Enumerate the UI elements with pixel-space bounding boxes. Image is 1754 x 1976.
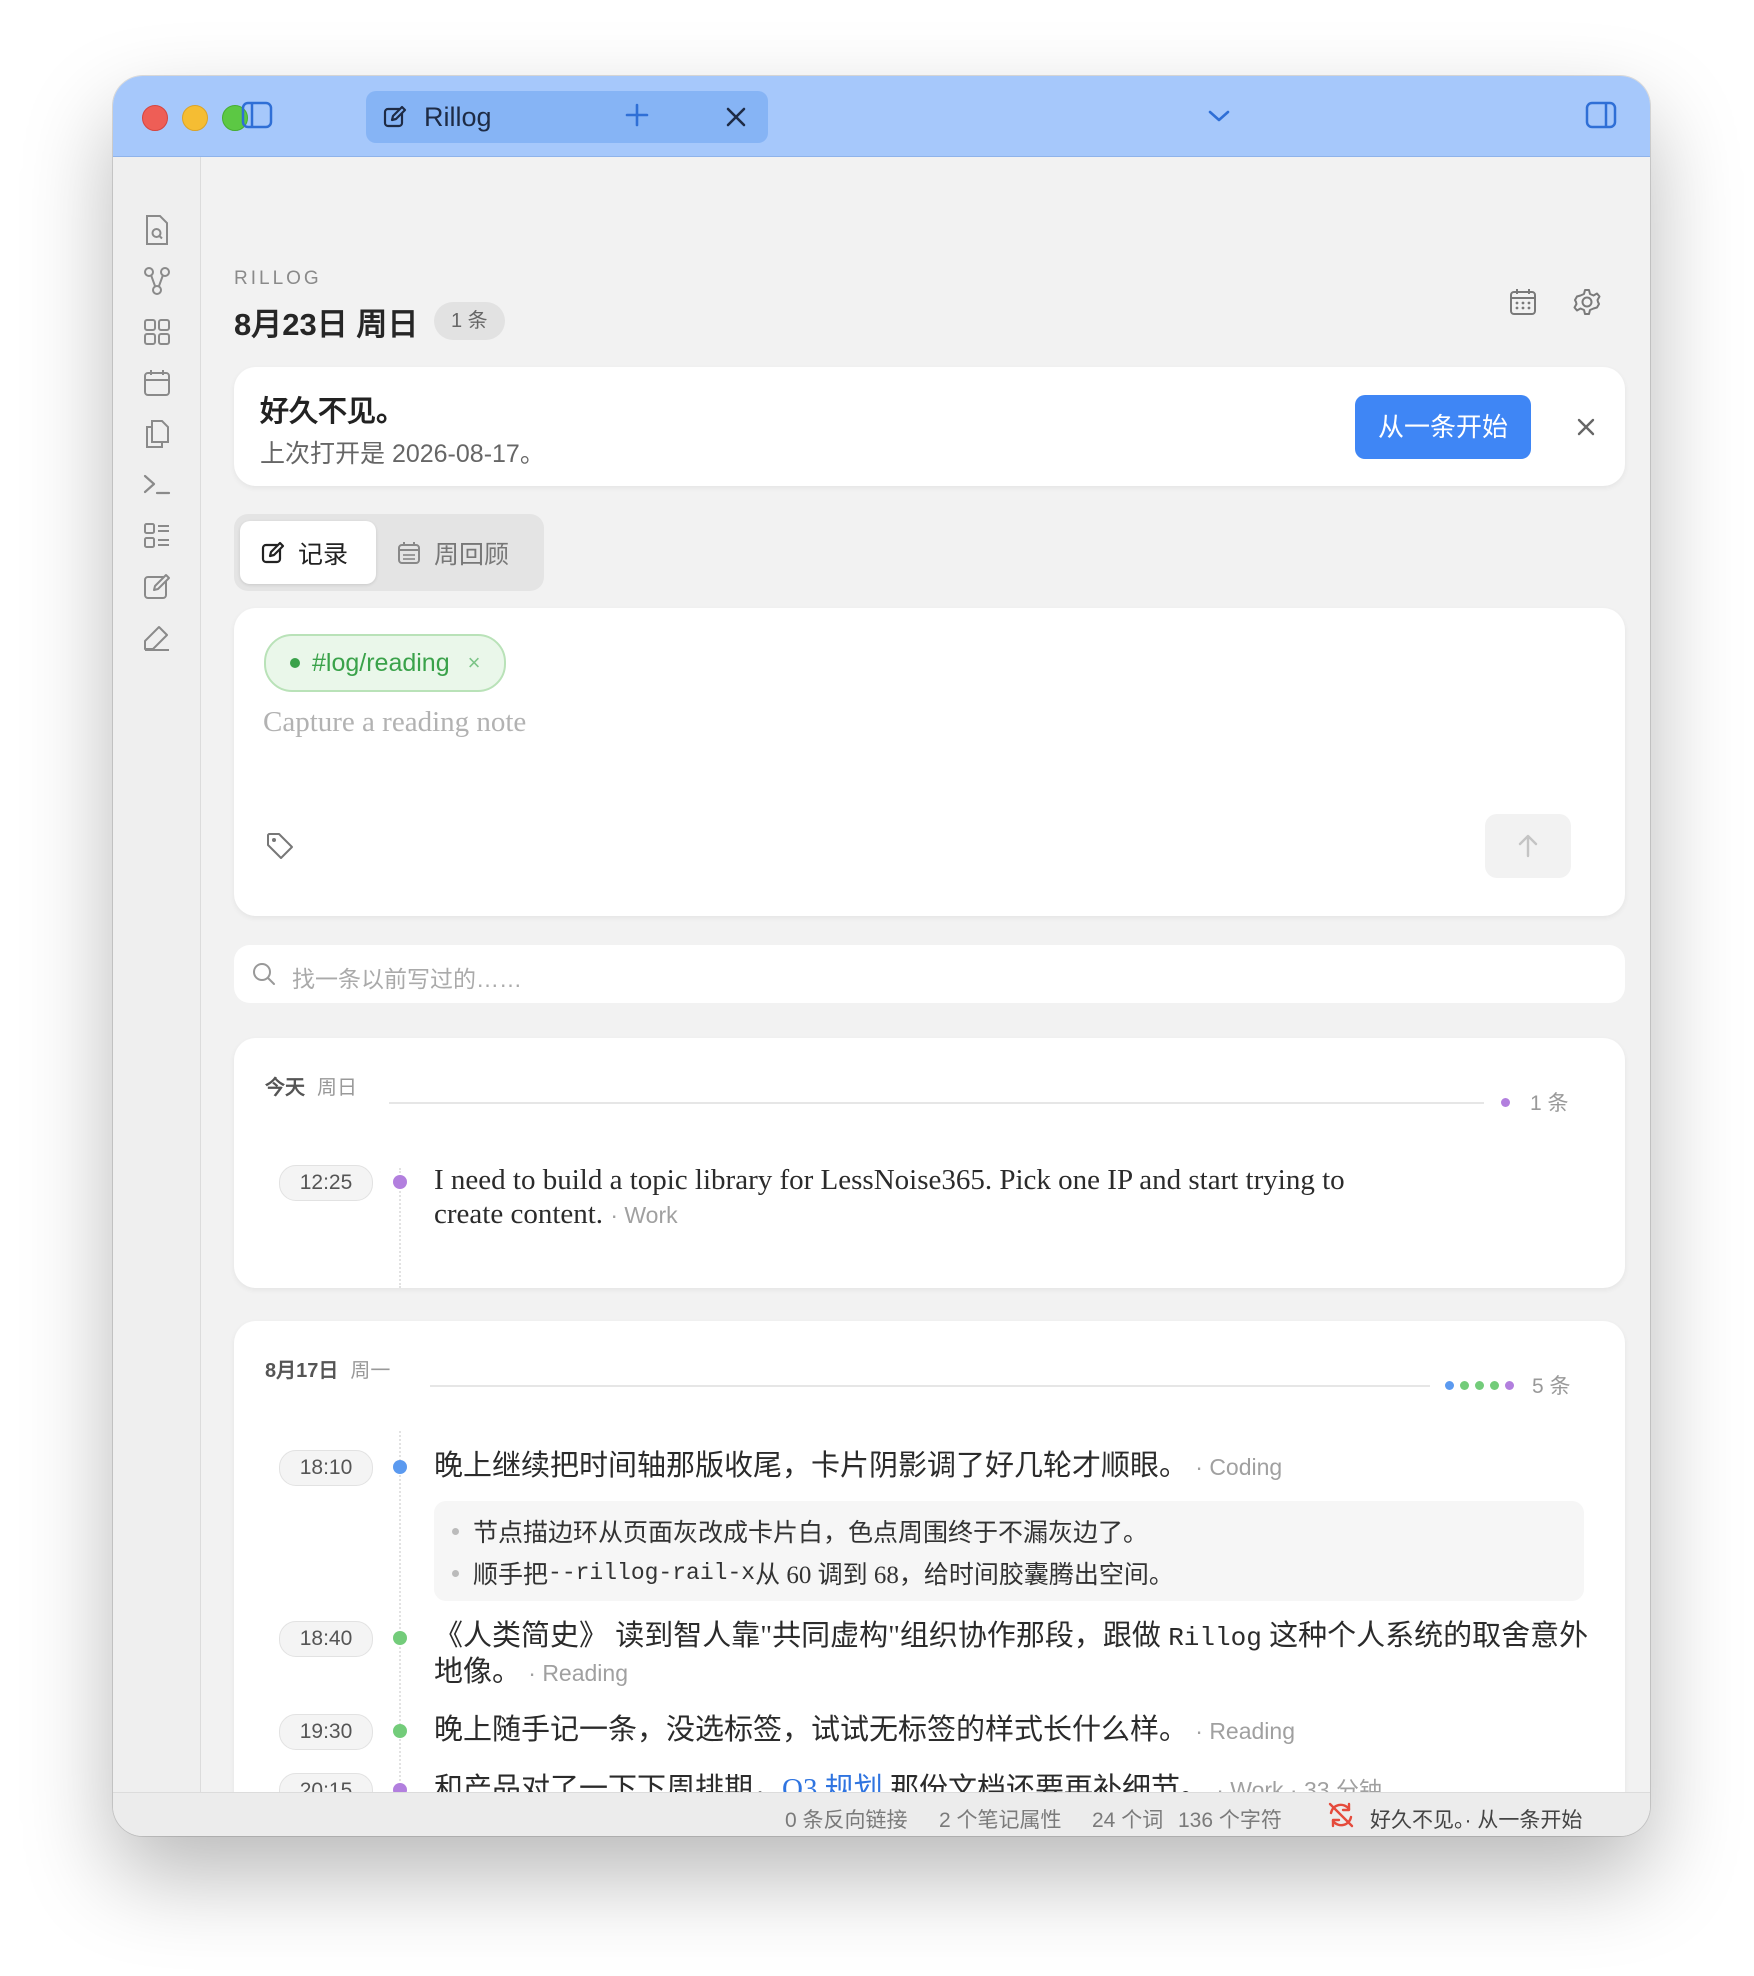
calendar-button-icon[interactable]	[1503, 282, 1543, 322]
search-icon	[251, 961, 277, 987]
group-divider	[430, 1385, 1430, 1387]
chevron-down-icon[interactable]	[1201, 98, 1237, 134]
tag-dot	[1445, 1380, 1454, 1390]
signature-icon[interactable]	[138, 619, 176, 657]
group-day-label: 今天 周日	[265, 1077, 357, 1099]
note-link[interactable]: Q3 规划	[782, 1773, 883, 1792]
toggle-right-sidebar-icon[interactable]	[1581, 95, 1621, 135]
properties-count[interactable]: 2 个笔记属性	[939, 1804, 1062, 1834]
tab-record-label: 记录	[298, 540, 349, 569]
entry-dot	[393, 1175, 407, 1189]
word-count: 24 个词	[1092, 1809, 1164, 1832]
entry-dot	[393, 1460, 407, 1474]
sync-error-icon[interactable]	[1326, 1801, 1356, 1835]
remove-tag-icon[interactable]: ×	[468, 650, 481, 676]
dashboard-icon[interactable]	[138, 313, 176, 351]
entry-text[interactable]: 《人类简史》 读到智人靠"共同虚构"组织协作那段，跟做 Rillog 这种个人系…	[434, 1619, 1614, 1690]
edit-note-icon[interactable]	[138, 568, 176, 606]
edit-icon	[260, 540, 286, 566]
arrow-up-icon	[1518, 834, 1538, 858]
day-group-aug17: 8月17日 周一 5 条 18:10 晚上继续把时间轴那版收尾，卡片阴影调了好几轮…	[234, 1321, 1625, 1792]
search-file-icon[interactable]	[138, 211, 176, 249]
tab-weekly-review[interactable]: 周回顾	[382, 521, 538, 584]
entry-text[interactable]: 晚上随手记一条，没选标签，试试无标签的样式长什么样。 · Reading	[434, 1713, 1614, 1748]
left-ribbon	[113, 157, 201, 1792]
terminal-icon[interactable]	[138, 466, 176, 504]
selected-tag-chip[interactable]: #log/reading ×	[264, 634, 507, 692]
settings-gear-icon[interactable]	[1567, 282, 1607, 322]
main-content: RILLOG 8月23日 周日 1 条 好久不见。 上次打开是 2026-08-…	[201, 157, 1650, 1792]
tag-dot	[1475, 1380, 1484, 1390]
tag-picker-icon[interactable]	[262, 828, 298, 864]
status-message[interactable]: 好久不见。· 从一条开始	[1370, 1804, 1582, 1834]
app-eyebrow: RILLOG	[234, 268, 322, 289]
new-tab-icon[interactable]	[619, 97, 655, 133]
tab-rillog[interactable]: Rillog	[366, 91, 768, 143]
day-group-today: 今天 周日 1 条 12:25 I need to build a topic l…	[234, 1038, 1625, 1288]
minimize-window-button[interactable]	[182, 105, 208, 131]
status-bar: 0 条反向链接 2 个笔记属性 24 个词 136 个字符 好久不见。· 从一条…	[113, 1792, 1650, 1836]
entry-time: 19:30	[279, 1714, 373, 1750]
tab-weekly-review-label: 周回顾	[434, 540, 510, 569]
note-input[interactable]: Capture a reading note	[263, 706, 526, 739]
dismiss-welcome-icon[interactable]	[1569, 410, 1603, 444]
welcome-subtitle: 上次打开是 2026-08-17。	[260, 440, 545, 468]
group-count: 1 条	[1501, 1087, 1569, 1117]
entry-count-badge: 1 条	[434, 302, 505, 340]
close-window-button[interactable]	[142, 105, 168, 131]
composer-card: #log/reading × Capture a reading note	[234, 608, 1625, 916]
toggle-left-sidebar-icon[interactable]	[237, 95, 277, 135]
backlinks-count[interactable]: 0 条反向链接	[785, 1804, 908, 1834]
group-count: 5 条	[1445, 1370, 1571, 1400]
search-bar[interactable]: 找一条以前写过的……	[234, 945, 1625, 1003]
subnote-item: 顺手把 --rillog-rail-x 从 60 调到 68，给时间胶囊腾出空间…	[452, 1555, 1174, 1591]
char-count: 136 个字符	[1178, 1809, 1282, 1832]
copy-files-icon[interactable]	[138, 415, 176, 453]
tag-dot	[1501, 1097, 1510, 1107]
close-tab-icon[interactable]	[721, 102, 751, 132]
tag-dot	[1490, 1380, 1499, 1390]
title-bar: Rillog	[113, 76, 1650, 157]
entry-dot	[393, 1724, 407, 1738]
submit-button[interactable]	[1485, 814, 1571, 878]
welcome-title: 好久不见。	[260, 396, 406, 428]
entry-time: 20:15	[279, 1773, 373, 1792]
group-divider	[389, 1102, 1484, 1104]
entry-time: 12:25	[279, 1165, 373, 1201]
tag-color-dot	[290, 658, 300, 668]
entry-time: 18:10	[279, 1450, 373, 1486]
group-day-label: 8月17日 周一	[265, 1360, 391, 1382]
entry-dot	[393, 1631, 407, 1645]
welcome-card: 好久不见。 上次打开是 2026-08-17。 从一条开始	[234, 367, 1625, 486]
entry-text[interactable]: 和产品对了一下下周排期，Q3 规划 那份文档还要再补细节。 · Work · 3…	[434, 1772, 1614, 1792]
tab-record[interactable]: 记录	[240, 521, 376, 584]
entry-time: 18:40	[279, 1621, 373, 1657]
entry-text[interactable]: 晚上继续把时间轴那版收尾，卡片阴影调了好几轮才顺眼。 · Coding	[434, 1449, 1614, 1484]
page-title: 8月23日 周日	[234, 307, 419, 342]
search-input[interactable]: 找一条以前写过的……	[292, 960, 522, 994]
calendar-icon[interactable]	[138, 364, 176, 402]
tag-chip-label: #log/reading	[312, 648, 450, 677]
calendar-icon	[396, 540, 422, 566]
view-switcher: 记录 周回顾	[234, 514, 544, 591]
subnote-item: 节点描边环从页面灰改成卡片白，色点周围终于不漏灰边了。	[452, 1513, 1148, 1549]
app-window: Rillog RILLOG 8月23日 周日 1 条 好久不见。 上次打开是 2…	[113, 76, 1650, 1836]
tag-dot	[1460, 1380, 1469, 1390]
entry-text[interactable]: I need to build a topic library for Less…	[434, 1163, 1614, 1232]
graph-view-icon[interactable]	[138, 262, 176, 300]
checklist-icon[interactable]	[138, 517, 176, 555]
start-entry-button[interactable]: 从一条开始	[1355, 395, 1531, 459]
tab-title: Rillog	[424, 102, 492, 132]
entry-dot	[393, 1783, 407, 1792]
tag-dot	[1505, 1380, 1514, 1390]
edit-icon	[380, 102, 410, 132]
entry-subnotes: 节点描边环从页面灰改成卡片白，色点周围终于不漏灰边了。 顺手把 --rillog…	[434, 1501, 1584, 1601]
